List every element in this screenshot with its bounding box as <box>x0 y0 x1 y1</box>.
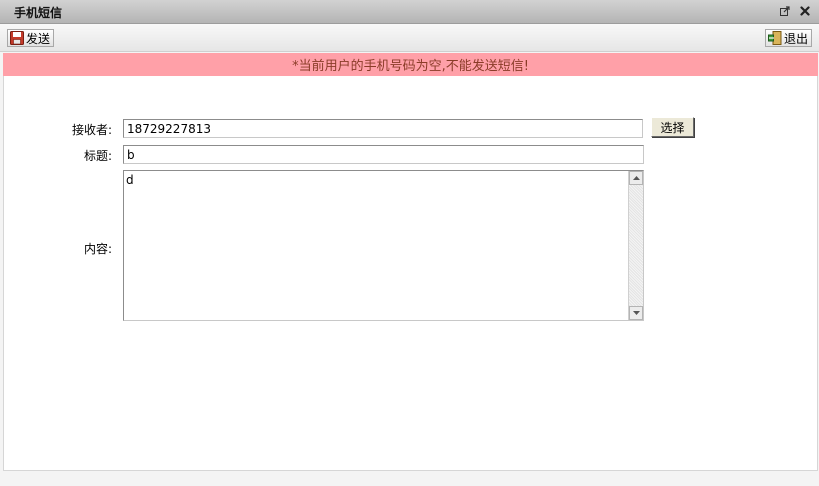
subject-input[interactable] <box>123 145 644 164</box>
select-receiver-button[interactable]: 选择 <box>651 117 694 137</box>
exit-button-label: 退出 <box>783 31 808 46</box>
scroll-up-icon[interactable] <box>629 171 643 185</box>
alert-banner: *当前用户的手机号码为空,不能发送短信! <box>3 53 818 76</box>
sms-form: 接收者: 选择 标题: 内容: d <box>3 76 818 471</box>
send-button[interactable]: 发送 <box>7 29 55 47</box>
exit-button[interactable]: 退出 <box>764 29 812 47</box>
receiver-label: 接收者: <box>71 123 112 137</box>
send-button-label: 发送 <box>26 31 51 46</box>
receiver-input[interactable] <box>123 119 643 138</box>
title-icons <box>779 4 811 18</box>
window-title: 手机短信 <box>14 6 63 20</box>
sms-window: 手机短信 发送 退出 *当前用户的手机号码为空,不能发送短信! 接收者: 187… <box>0 0 819 486</box>
content-text: d <box>126 173 134 187</box>
content-label: 内容: <box>83 242 112 256</box>
alert-message: *当前用户的手机号码为空,不能发送短信! <box>292 59 529 74</box>
exit-door-icon <box>767 31 782 45</box>
close-icon[interactable] <box>799 4 811 18</box>
title-bar: 手机短信 <box>0 0 819 24</box>
content-scrollbar[interactable] <box>628 171 643 320</box>
subject-label: 标题: <box>83 149 112 163</box>
scroll-down-icon[interactable] <box>629 306 643 320</box>
toolbar: 发送 退出 <box>0 24 819 52</box>
popout-icon[interactable] <box>779 4 791 18</box>
floppy-disk-icon <box>10 31 24 45</box>
content-textarea[interactable]: d <box>123 170 644 321</box>
